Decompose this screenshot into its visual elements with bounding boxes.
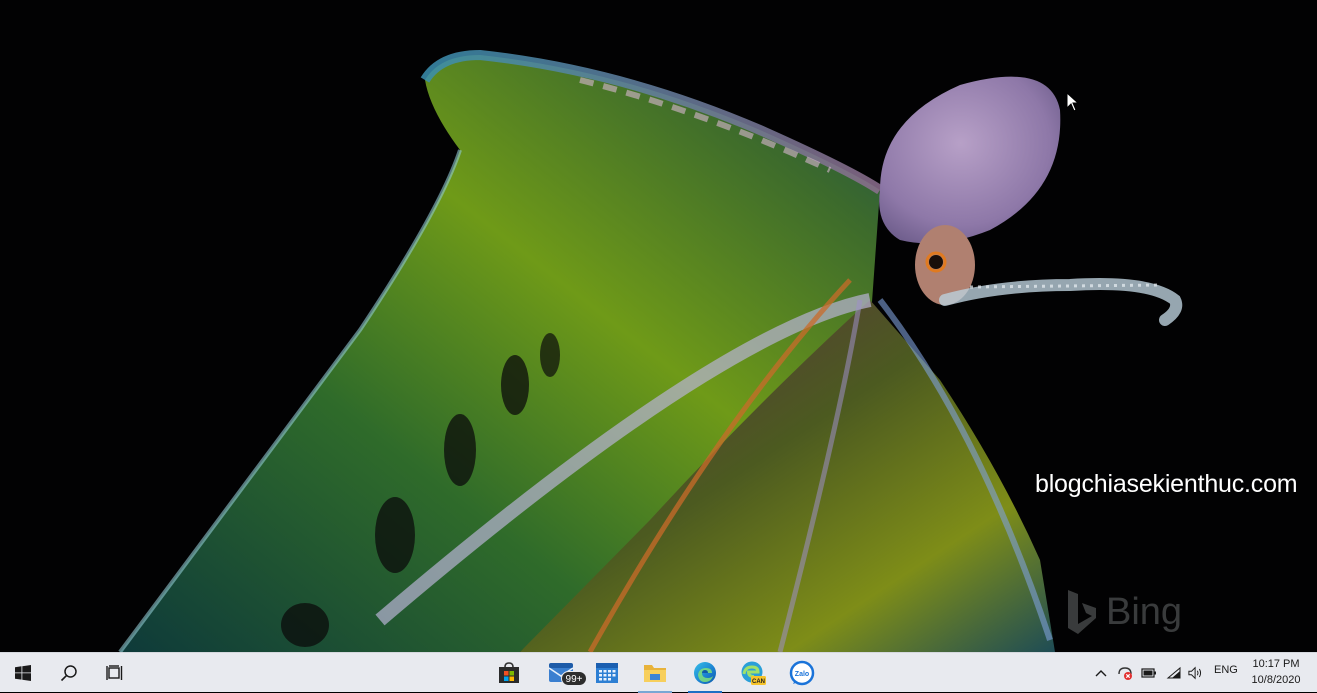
taskbar-app-file-explorer[interactable]: [632, 653, 678, 693]
desktop-wallpaper: blogchiasekienthuc.com Bing: [0, 0, 1317, 652]
input-language-indicator[interactable]: ENG: [1214, 664, 1238, 676]
calendar-icon: [596, 663, 618, 683]
zalo-icon: Zalo: [789, 660, 815, 686]
clock-time: 10:17 PM: [1252, 658, 1300, 670]
taskbar-app-mail[interactable]: 99+: [538, 653, 587, 693]
tray-network[interactable]: [1166, 665, 1182, 681]
windows-logo-icon: [15, 665, 31, 681]
taskbar-app-edge[interactable]: [682, 653, 728, 693]
taskbar: 99+ CAN Zalo: [0, 652, 1317, 693]
show-hidden-icons-button[interactable]: [1093, 665, 1109, 681]
wifi-icon: [1166, 666, 1181, 679]
chevron-up-icon: [1095, 670, 1107, 677]
bing-logo-text: Bing: [1106, 590, 1183, 633]
search-icon: [60, 665, 77, 682]
clock-date: 10/8/2020: [1251, 674, 1301, 686]
wallpaper-image: [118, 49, 1183, 652]
edge-canary-label: CAN: [752, 679, 765, 685]
search-button[interactable]: [46, 653, 92, 693]
folder-icon: [644, 665, 666, 682]
task-view-icon: [106, 665, 123, 680]
task-view-button[interactable]: [92, 653, 138, 693]
bing-logo: Bing: [1066, 588, 1182, 636]
watermark-text: blogchiasekienthuc.com: [1035, 470, 1298, 498]
taskbar-app-edge-canary[interactable]: CAN: [730, 653, 776, 693]
zalo-label: Zalo: [795, 671, 809, 678]
mouse-cursor-icon: [1066, 92, 1080, 112]
taskbar-clock[interactable]: 10:17 PM 10/8/2020: [1245, 656, 1307, 688]
volume-icon: [1188, 666, 1202, 680]
battery-icon: [1141, 668, 1156, 678]
taskbar-app-calendar[interactable]: [584, 653, 630, 693]
tray-volume[interactable]: [1188, 665, 1204, 681]
tray-battery[interactable]: [1141, 665, 1157, 681]
edge-icon: [694, 662, 716, 684]
antivirus-status-icon: [1118, 667, 1132, 680]
store-icon: [499, 662, 519, 683]
taskbar-app-store[interactable]: [486, 653, 532, 693]
bing-icon: [1068, 590, 1096, 634]
taskbar-app-zalo[interactable]: Zalo: [779, 653, 825, 693]
edge-canary-icon: CAN: [741, 661, 766, 685]
tray-antivirus[interactable]: [1117, 665, 1133, 681]
start-button[interactable]: [0, 653, 46, 693]
